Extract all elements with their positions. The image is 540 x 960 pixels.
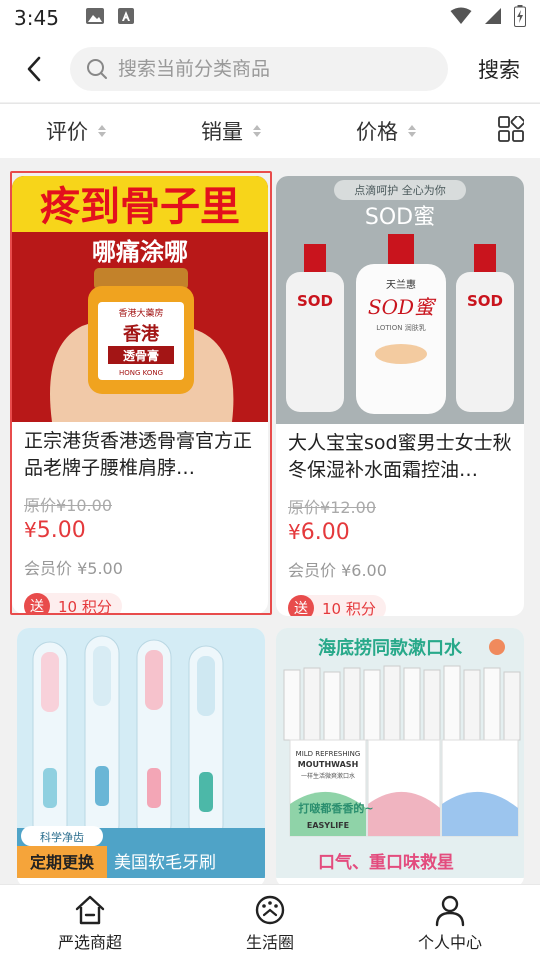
image-callout: 打啵都香香的~ <box>298 801 373 815</box>
product-card[interactable]: 海底捞同款漱口水 MILD REFRESHING MOUTHWASH 一样生活微… <box>276 628 524 888</box>
product-title: 大人宝宝sod蜜男士女士秋冬保湿补水面霜控油… <box>288 432 512 481</box>
sort-rating[interactable]: 评价 <box>46 116 106 146</box>
jar-label-sub: 透骨膏 <box>123 348 159 363</box>
price-value: 5.00 <box>36 518 86 543</box>
points-badge: 送 10 积分 <box>288 595 386 616</box>
image-caption: 美国软毛牙刷 <box>114 853 216 873</box>
search-input[interactable] <box>118 58 418 80</box>
box-cn: 一样生活微爽漱口水 <box>301 772 355 780</box>
toothbrush-3 <box>136 639 172 843</box>
jar-label-bottom: HONG KONG <box>119 369 163 377</box>
sort-arrows-icon <box>98 125 106 137</box>
image-headline: 海底捞同款漱口水 <box>318 637 463 659</box>
image-pill: 点滴呵护 全心为你 <box>354 183 446 197</box>
sale-price: ¥5.00 <box>24 518 256 543</box>
image-tag-main: 定期更换 <box>29 853 95 872</box>
product-image: 海底捞同款漱口水 MILD REFRESHING MOUTHWASH 一样生活微… <box>276 628 524 878</box>
search-box[interactable] <box>70 47 448 91</box>
product-card[interactable]: 点滴呵护 全心为你 SOD蜜 SOD 天兰惠 SOD蜜 LOTION 润肤乳 S… <box>276 176 524 616</box>
image-tag-top: 科学净齿 <box>40 830 84 844</box>
original-price-value: ¥12.00 <box>320 498 376 517</box>
bottle-sub: LOTION 润肤乳 <box>376 323 425 332</box>
image-headline: 疼到骨子里 <box>40 184 240 230</box>
tab-label: 生活圈 <box>245 933 294 952</box>
original-price-label: 原价 <box>24 496 57 515</box>
image-notification-icon <box>85 7 105 29</box>
status-time: 3:45 <box>14 6 59 30</box>
tab-label: 个人中心 <box>417 933 482 952</box>
toothbrush-1 <box>32 641 68 843</box>
search-header: 搜索 <box>0 36 540 102</box>
product-title: 正宗港货香港透骨膏官方正品老牌子腰椎肩脖… <box>24 430 253 479</box>
sort-label: 评价 <box>46 120 88 144</box>
toothbrush-4 <box>188 645 224 843</box>
points-send-tag: 送 <box>288 595 314 616</box>
original-price-label: 原价 <box>288 498 321 517</box>
image-headline: SOD蜜 <box>365 205 435 230</box>
svg-text:SOD: SOD <box>467 292 503 310</box>
product-image: 点滴呵护 全心为你 SOD蜜 SOD 天兰惠 SOD蜜 LOTION 润肤乳 S… <box>276 176 524 424</box>
price-value: 6.00 <box>300 520 350 545</box>
toothbrush-2 <box>84 635 120 843</box>
search-button[interactable]: 搜索 <box>478 54 520 84</box>
product-card[interactable]: 疼到骨子里 哪痛涂哪 香港大藥房 香港 透骨膏 HONG KONG 正宗港货香港… <box>12 176 268 614</box>
box-en-2: MOUTHWASH <box>298 760 359 769</box>
sort-bar: 评价 销量 价格 <box>0 103 540 158</box>
points-value: 10 积分 <box>322 599 376 617</box>
price-symbol: ¥ <box>24 518 37 542</box>
jar-label-main: 香港 <box>122 324 160 345</box>
points-badge: 送 10 积分 <box>24 593 122 614</box>
member-price: 会员价 ¥6.00 <box>288 561 387 580</box>
signal-icon <box>484 7 502 29</box>
wifi-icon <box>450 7 472 29</box>
bottle-brand: 天兰惠 <box>386 278 416 291</box>
price-symbol: ¥ <box>288 520 301 544</box>
bottle-name: SOD蜜 <box>368 295 437 319</box>
back-button[interactable] <box>8 44 60 94</box>
home-icon <box>75 895 105 925</box>
status-bar: 3:45 <box>0 0 540 36</box>
sort-arrows-icon <box>408 125 416 137</box>
layout-toggle-button[interactable] <box>498 114 526 146</box>
points-send-tag: 送 <box>24 593 50 614</box>
member-price: 会员价 ¥5.00 <box>24 559 123 578</box>
image-subline: 哪痛涂哪 <box>92 238 188 266</box>
image-slogan: 口气、重口味救星 <box>318 852 454 873</box>
sale-price: ¥6.00 <box>288 520 512 545</box>
sort-label: 销量 <box>201 120 243 144</box>
bottom-tab-bar: 严选商超 生活圈 个人中心 <box>0 884 540 960</box>
box-en-1: MILD REFRESHING <box>296 750 361 758</box>
points-value: 10 积分 <box>58 597 112 615</box>
tab-supermarket[interactable]: 严选商超 <box>0 885 180 960</box>
product-image: 科学净齿 定期更换 美国软毛牙刷 <box>17 628 265 878</box>
product-card[interactable]: 科学净齿 定期更换 美国软毛牙刷 <box>17 628 265 888</box>
a-notification-icon <box>117 7 135 29</box>
battery-icon <box>514 5 526 31</box>
svg-text:SOD: SOD <box>297 292 333 310</box>
original-price: 原价¥12.00 <box>288 494 512 518</box>
chevron-left-icon <box>27 56 41 82</box>
box-brand: EASYLIFE <box>307 821 349 830</box>
tab-label: 严选商超 <box>57 933 122 952</box>
original-price-value: ¥10.00 <box>56 496 112 515</box>
life-circle-icon <box>255 895 285 925</box>
original-price: 原价¥10.00 <box>24 492 256 516</box>
tab-profile[interactable]: 个人中心 <box>360 885 540 960</box>
grid-view-icon <box>498 114 526 142</box>
product-image: 疼到骨子里 哪痛涂哪 香港大藥房 香港 透骨膏 HONG KONG <box>12 176 268 422</box>
jar-label-top: 香港大藥房 <box>118 307 163 319</box>
search-icon <box>87 59 107 79</box>
user-icon <box>435 895 465 927</box>
sort-label: 价格 <box>356 120 398 144</box>
sort-price[interactable]: 价格 <box>356 116 416 146</box>
sort-sales[interactable]: 销量 <box>201 116 261 146</box>
sort-arrows-icon <box>253 125 261 137</box>
tab-life-circle[interactable]: 生活圈 <box>180 885 360 960</box>
